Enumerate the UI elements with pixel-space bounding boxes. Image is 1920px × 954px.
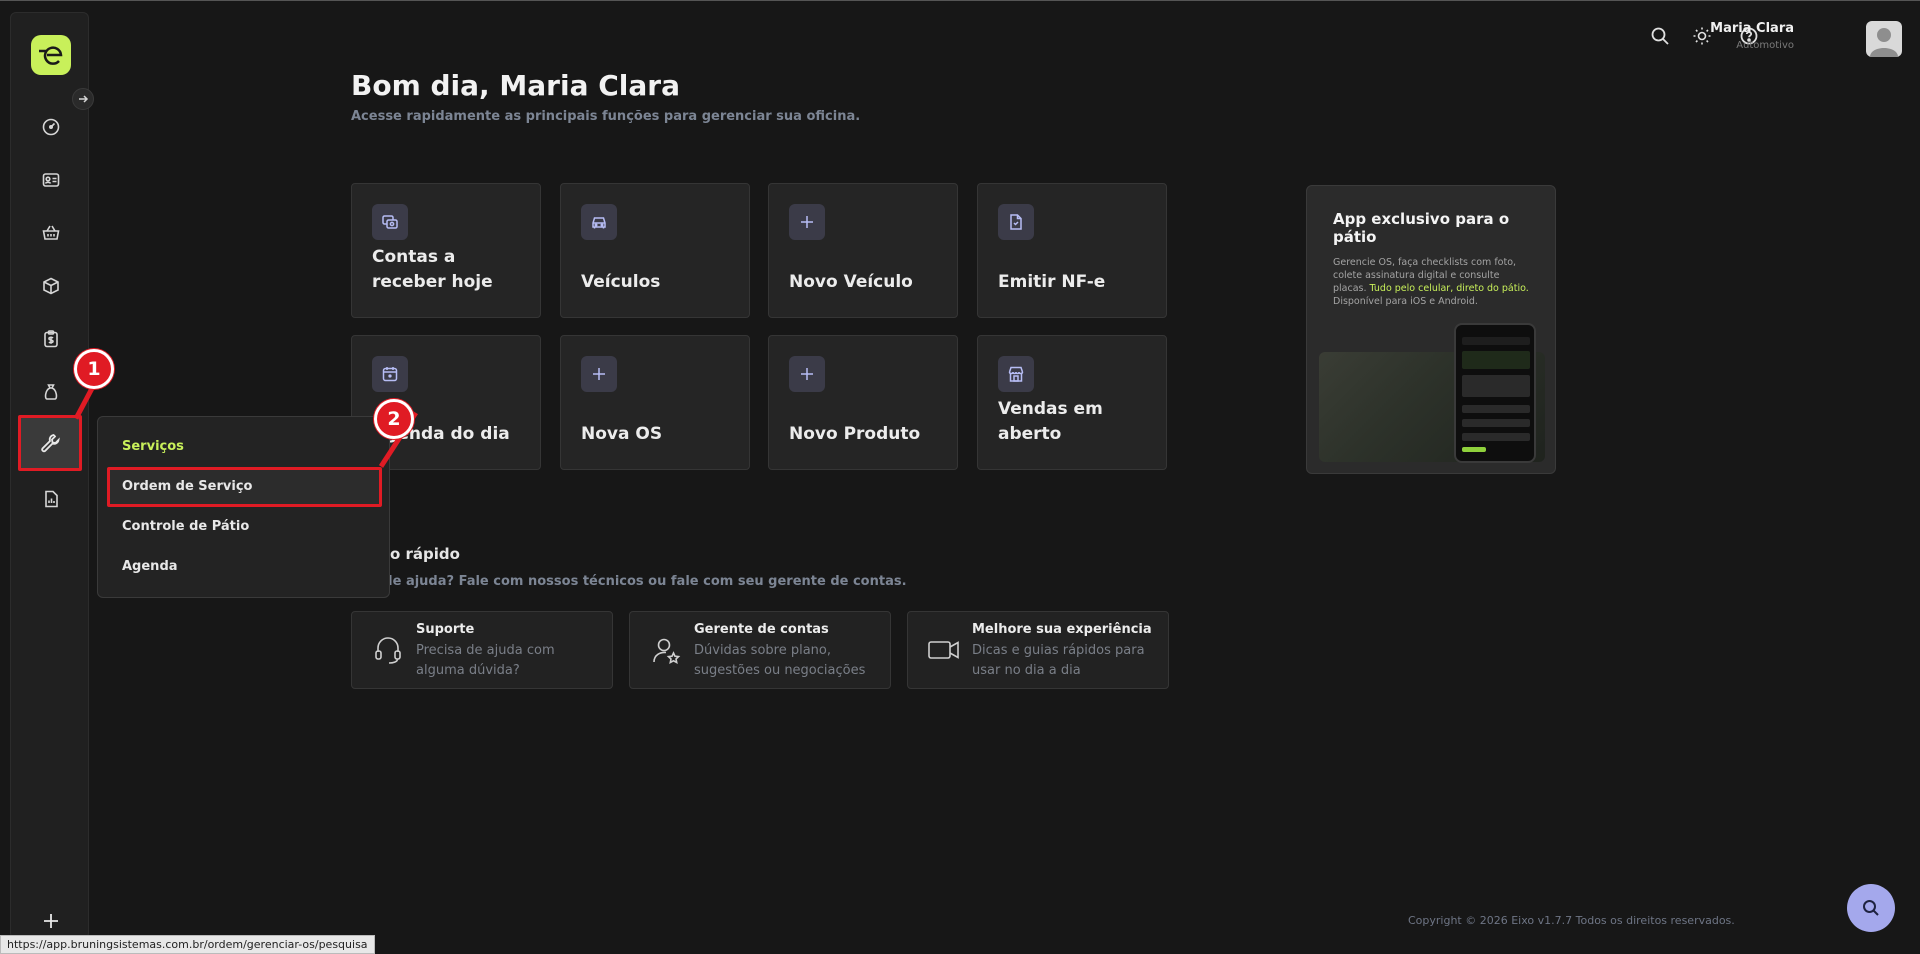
card-label: Contas a receber hoje bbox=[372, 247, 493, 292]
expand-sidebar-arrow-icon[interactable] bbox=[72, 88, 94, 110]
phone-mockup-image bbox=[1454, 323, 1536, 463]
help-card-title: Gerente de contas bbox=[694, 622, 829, 637]
user-star-icon bbox=[648, 632, 684, 668]
card-novo-produto[interactable]: Novo Produto bbox=[768, 335, 958, 470]
nav-money-bag-icon[interactable] bbox=[31, 372, 71, 412]
card-vendas-em-aberto[interactable]: Vendas em aberto bbox=[977, 335, 1167, 470]
card-novo-veiculo[interactable]: Novo Veículo bbox=[768, 183, 958, 318]
avatar[interactable] bbox=[1866, 21, 1902, 57]
card-contas-a-receber[interactable]: Contas a receber hoje bbox=[351, 183, 541, 318]
promo-description: Gerencie OS, faça checklists com foto, c… bbox=[1333, 257, 1529, 307]
help-card-melhore-experiencia[interactable]: Melhore sua experiência Dicas e guias rá… bbox=[907, 611, 1169, 689]
card-label: Veículos bbox=[581, 272, 661, 292]
plus-icon bbox=[789, 356, 825, 392]
floating-search-button[interactable] bbox=[1847, 884, 1895, 932]
help-card-title: Suporte bbox=[416, 622, 475, 637]
quick-help-title: o rápido bbox=[390, 545, 460, 563]
search-icon bbox=[1863, 900, 1879, 916]
headset-icon bbox=[370, 632, 406, 668]
help-card-description: Dicas e guias rápidos para usar no dia a… bbox=[972, 643, 1145, 678]
promo-title: App exclusivo para o pátio bbox=[1333, 210, 1510, 246]
plus-icon bbox=[789, 204, 825, 240]
card-label: Vendas em aberto bbox=[998, 399, 1103, 444]
nav-dashboard-icon[interactable] bbox=[31, 107, 71, 147]
sidebar bbox=[10, 12, 89, 939]
mobile-app-promo[interactable]: App exclusivo para o pátio Gerencie OS, … bbox=[1306, 185, 1556, 474]
nav-services-wrench-icon[interactable] bbox=[18, 415, 82, 471]
annotation-marker-1: 1 bbox=[74, 349, 114, 389]
submenu-item-agenda[interactable]: Agenda bbox=[122, 559, 178, 574]
video-icon bbox=[926, 632, 962, 668]
help-card-title: Melhore sua experiência bbox=[972, 622, 1152, 637]
submenu-title: Serviços bbox=[122, 439, 184, 454]
search-icon[interactable] bbox=[1648, 24, 1672, 48]
page-title: Bom dia, Maria Clara bbox=[351, 69, 680, 102]
nav-basket-icon[interactable] bbox=[31, 213, 71, 253]
card-veiculos[interactable]: Veículos bbox=[560, 183, 750, 318]
page-subtitle: Acesse rapidamente as principais funções… bbox=[351, 109, 861, 124]
nav-clipboard-dollar-icon[interactable] bbox=[31, 319, 71, 359]
document-icon bbox=[998, 204, 1034, 240]
help-card-description: Precisa de ajuda com alguma dúvida? bbox=[416, 643, 555, 678]
submenu-item-ordem-de-servico[interactable]: Ordem de Serviço bbox=[122, 479, 252, 494]
submenu-item-controle-de-patio[interactable]: Controle de Pátio bbox=[122, 519, 249, 534]
app-logo[interactable] bbox=[31, 35, 71, 75]
car-icon bbox=[581, 204, 617, 240]
store-icon bbox=[998, 356, 1034, 392]
money-receipt-icon bbox=[372, 204, 408, 240]
services-submenu: Serviços Ordem de Serviço Controle de Pá… bbox=[97, 416, 390, 598]
user-role: Automotivo bbox=[1736, 40, 1794, 51]
annotation-marker-2: 2 bbox=[374, 399, 414, 439]
nav-reports-icon[interactable] bbox=[31, 479, 71, 519]
plus-icon bbox=[581, 356, 617, 392]
card-label: Novo Produto bbox=[789, 424, 921, 444]
card-emitir-nfe[interactable]: Emitir NF-e bbox=[977, 183, 1167, 318]
card-label: Emitir NF-e bbox=[998, 272, 1106, 292]
nav-contacts-icon[interactable] bbox=[31, 160, 71, 200]
browser-status-url: https://app.bruningsistemas.com.br/ordem… bbox=[0, 935, 375, 954]
card-label: Novo Veículo bbox=[789, 272, 913, 292]
user-name[interactable]: Maria Clara bbox=[1710, 21, 1794, 36]
footer-copyright: Copyright © 2026 Eixo v1.7.7 Todos os di… bbox=[1408, 914, 1735, 927]
card-label: Nova OS bbox=[581, 424, 663, 444]
help-card-gerente-de-contas[interactable]: Gerente de contas Dúvidas sobre plano, s… bbox=[629, 611, 891, 689]
help-card-suporte[interactable]: Suporte Precisa de ajuda com alguma dúvi… bbox=[351, 611, 613, 689]
quick-help-subtitle: a de ajuda? Fale com nossos técnicos ou … bbox=[370, 574, 907, 589]
calendar-icon bbox=[372, 356, 408, 392]
card-nova-os[interactable]: Nova OS bbox=[560, 335, 750, 470]
help-card-description: Dúvidas sobre plano, sugestões ou negoci… bbox=[694, 643, 866, 678]
window-top-border bbox=[0, 0, 1920, 1]
nav-package-icon[interactable] bbox=[31, 266, 71, 306]
